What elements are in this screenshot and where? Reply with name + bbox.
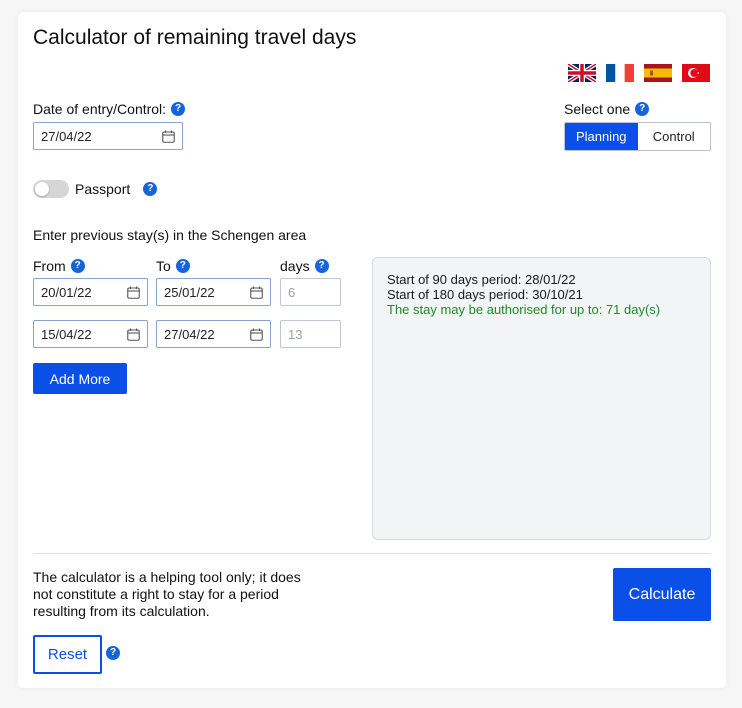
es-flag-icon[interactable]: [644, 64, 672, 82]
calendar-icon[interactable]: [127, 286, 140, 299]
stay-to-input[interactable]: 27/04/22: [156, 320, 271, 348]
stay-days-value: 13: [288, 326, 303, 342]
tr-flag-icon[interactable]: [682, 64, 710, 82]
entry-date-label-text: Date of entry/Control:: [33, 101, 167, 117]
stay-from-input[interactable]: 20/01/22: [33, 278, 148, 306]
stay-to-value: 27/04/22: [164, 326, 215, 342]
reset-help-icon[interactable]: ?: [106, 646, 120, 660]
stays-section-label: Enter previous stay(s) in the Schengen a…: [33, 227, 307, 243]
period-90-start: Start of 90 days period: 28/01/22: [387, 272, 576, 287]
stay-days-field: 13: [280, 320, 341, 348]
stay-days-field: 6: [280, 278, 341, 306]
mode-label: Select one ?: [564, 101, 650, 117]
calendar-icon[interactable]: [162, 130, 175, 143]
mode-option-control[interactable]: Control: [637, 123, 710, 150]
stay-from-value: 15/04/22: [41, 326, 92, 342]
passport-toggle[interactable]: [33, 180, 69, 198]
stay-days-value: 6: [288, 284, 296, 300]
passport-toggle-knob: [35, 182, 49, 196]
to-column-header: To ?: [156, 258, 190, 274]
to-label-text: To: [156, 258, 171, 274]
days-label-text: days: [280, 258, 310, 274]
stay-from-value: 20/01/22: [41, 284, 92, 300]
stay-to-input[interactable]: 25/01/22: [156, 278, 271, 306]
authorised-days-result: The stay may be authorised for up to: 71…: [387, 302, 661, 317]
calendar-icon[interactable]: [127, 328, 140, 341]
passport-label: Passport ?: [75, 181, 158, 197]
period-180-start: Start of 180 days period: 30/10/21: [387, 287, 583, 302]
stay-to-value: 25/01/22: [164, 284, 215, 300]
entry-help-icon[interactable]: ?: [171, 102, 186, 116]
reset-button[interactable]: Reset: [33, 635, 102, 674]
results-panel: Start of 90 days period: 28/01/22 Start …: [372, 257, 711, 540]
days-column-header: days ?: [280, 258, 329, 274]
from-column-header: From ?: [33, 258, 85, 274]
mode-help-icon[interactable]: ?: [635, 102, 650, 116]
mode-option-planning[interactable]: Planning: [565, 123, 638, 150]
from-label-text: From: [33, 258, 66, 274]
calendar-icon[interactable]: [250, 286, 263, 299]
calendar-icon[interactable]: [250, 328, 263, 341]
disclaimer-text: The calculator is a helping tool only; i…: [33, 569, 301, 619]
language-selector: [568, 64, 710, 82]
passport-help-icon[interactable]: ?: [143, 182, 158, 196]
entry-date-input[interactable]: 27/04/22: [33, 122, 183, 150]
add-more-button[interactable]: Add More: [33, 363, 127, 394]
to-help-icon[interactable]: ?: [175, 259, 190, 273]
from-help-icon[interactable]: ?: [70, 259, 85, 273]
fr-flag-icon[interactable]: [606, 64, 634, 82]
mode-label-text: Select one: [564, 101, 631, 117]
calculate-button[interactable]: Calculate: [613, 568, 711, 621]
entry-date-value: 27/04/22: [41, 128, 92, 144]
days-help-icon[interactable]: ?: [314, 259, 329, 273]
page-title: Calculator of remaining travel days: [33, 26, 357, 49]
passport-label-text: Passport: [75, 181, 131, 197]
divider: [33, 553, 711, 554]
stay-from-input[interactable]: 15/04/22: [33, 320, 148, 348]
entry-date-label: Date of entry/Control: ?: [33, 101, 186, 117]
mode-segmented-control: Planning Control: [564, 122, 711, 151]
uk-flag-icon[interactable]: [568, 64, 596, 82]
